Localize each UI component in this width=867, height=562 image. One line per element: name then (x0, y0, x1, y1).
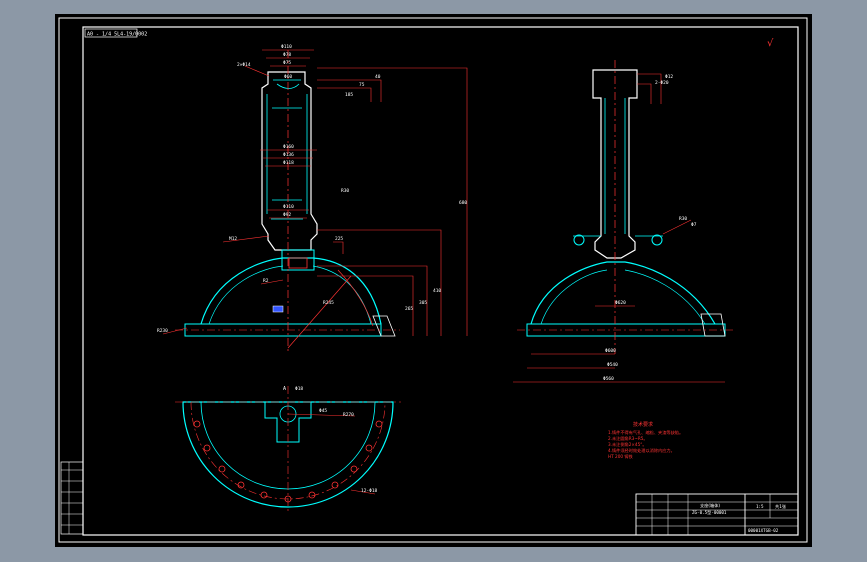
plan-dim-2: Φ18 (295, 386, 303, 392)
side-note-2: Φ12 (665, 74, 673, 80)
tech-line-0: 1.铸件不得有气孔、缩松、夹渣等缺陷。 (608, 429, 683, 436)
dim-waist-4: Φ92 (283, 212, 291, 218)
dim-top-0: Φ110 (281, 44, 292, 50)
dim-v-7: 185 (345, 92, 353, 98)
title-sheet: 共1张 (775, 503, 787, 510)
dim-waist-1: Φ136 (283, 152, 294, 158)
plan-note-0: A (283, 386, 286, 392)
inner-frame (82, 26, 799, 536)
side-note-0: R30 (679, 216, 687, 222)
note-1: M12 (229, 236, 237, 242)
corner-tag: A0 - 1/4 5L4-19/0002 (87, 32, 147, 38)
note-3: R2 (263, 278, 269, 284)
plan-dim-1: R270 (343, 412, 354, 418)
side-note-1: Φ7 (691, 222, 697, 228)
note-5: R30 (341, 188, 349, 194)
title-block: 支座(箱体) ZG-0.5型-00001 00001XTGB-02 1:5 共1… (635, 493, 799, 536)
note-4: R245 (323, 300, 334, 306)
dim-v-0: 40 (375, 74, 381, 80)
dim-v-3: 410 (433, 288, 441, 294)
side-dim-3: Φ620 (615, 300, 626, 306)
side-dim-4: 2-Φ20 (655, 80, 669, 86)
title-scale: 1:5 (756, 504, 764, 509)
outer-frame (58, 17, 808, 543)
title-drawing-no: 00001XTGB-02 (748, 528, 779, 533)
dim-v-6: 225 (335, 236, 343, 242)
dim-top-3: Φ60 (284, 74, 292, 80)
side-view: Φ600 Φ540 Φ560 Φ620 2-Φ20 R30 Φ7 Φ12 (513, 60, 735, 383)
dim-v-1: 75 (359, 82, 365, 88)
dim-v-2: 680 (459, 200, 467, 206)
tech-requirements: 技术要求 1.铸件不得有气孔、缩松、夹渣等缺陷。 2.未注圆角R3~R5。 3.… (608, 421, 683, 460)
tech-line-3: 4.铸件须经时效处理以消除内应力。 (608, 447, 675, 454)
dim-waist-3: Φ110 (283, 204, 294, 210)
tech-line-4: HT 200 铸铁 (608, 453, 634, 460)
cad-viewport[interactable]: A0 - 1/4 5L4-19/0002 √ Φ110 Φ78 Φ75 Φ60 … (55, 14, 812, 547)
title-material: ZG-0.5型-00001 (692, 509, 727, 515)
tech-title: 技术要求 (633, 421, 653, 428)
side-dim-0: Φ600 (605, 348, 616, 354)
front-view: Φ110 Φ78 Φ75 Φ60 Φ160 Φ136 Φ118 Φ110 Φ92… (157, 44, 467, 354)
dim-v-5: 265 (405, 306, 413, 312)
note-2: R230 (157, 328, 168, 334)
title-name: 支座(箱体) (700, 502, 720, 509)
dim-top-1: Φ78 (283, 52, 291, 58)
plan-view: Φ45 R270 Φ18 12-Φ18 A (175, 386, 401, 514)
revision-block (60, 461, 84, 535)
dim-waist-0: Φ160 (283, 144, 294, 150)
tech-line-2: 3.未注倒角2×45°。 (608, 441, 647, 448)
note-0: 2×Φ14 (237, 62, 251, 68)
side-dim-1: Φ540 (607, 362, 618, 368)
plan-dim-0: Φ45 (319, 408, 327, 414)
tech-line-1: 2.未注圆角R3~R5。 (608, 435, 648, 442)
plan-dim-3: 12-Φ18 (361, 488, 378, 494)
dim-waist-2: Φ118 (283, 160, 294, 166)
side-dim-2: Φ560 (603, 376, 614, 382)
dim-top-2: Φ75 (283, 60, 291, 66)
dim-v-4: 305 (419, 300, 427, 306)
cad-drawing-canvas: A0 - 1/4 5L4-19/0002 √ Φ110 Φ78 Φ75 Φ60 … (58, 17, 808, 543)
roughness-mark: √ (767, 38, 774, 49)
